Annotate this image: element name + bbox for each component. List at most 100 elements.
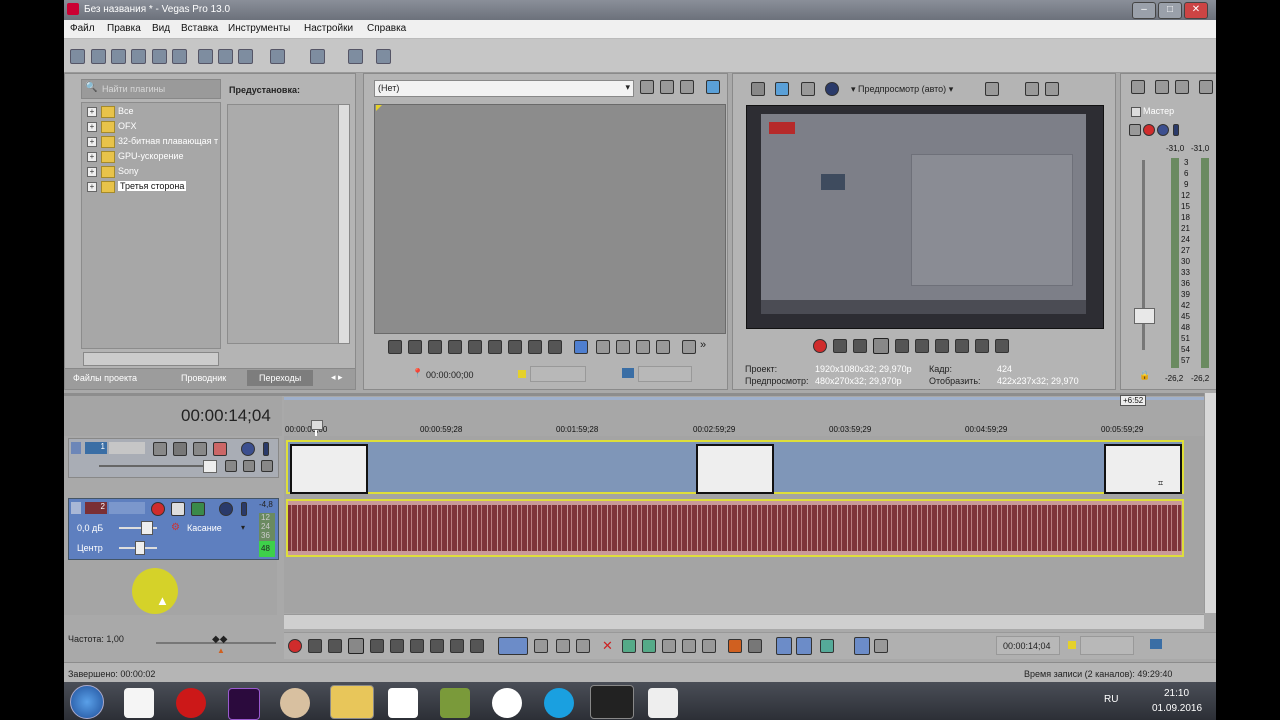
collapse-icon[interactable] xyxy=(71,442,81,454)
motion-icon[interactable] xyxy=(193,442,207,456)
trim-tool-icon[interactable] xyxy=(596,340,610,354)
expand-track-icon[interactable] xyxy=(261,460,273,472)
record-icon[interactable] xyxy=(813,339,827,353)
prev-frame-icon[interactable] xyxy=(975,339,989,353)
lock-envelopes-icon[interactable] xyxy=(854,637,870,655)
snapping-icon[interactable] xyxy=(776,637,792,655)
expand-icon[interactable]: + xyxy=(87,107,97,117)
minimize-button[interactable]: – xyxy=(1132,2,1156,19)
tree-item-ofx[interactable]: OFX xyxy=(118,121,137,131)
stop-icon[interactable] xyxy=(390,639,404,653)
pan-slider-thumb[interactable] xyxy=(135,541,145,555)
video-track-name[interactable] xyxy=(109,442,145,454)
trimmer-dropdown[interactable]: (Нет) ▾ xyxy=(374,80,634,97)
master-fx-icon[interactable] xyxy=(1131,80,1145,94)
mute-icon[interactable] xyxy=(219,502,233,516)
trimmer-options-icon[interactable] xyxy=(706,80,720,94)
ripple-edit-icon[interactable] xyxy=(820,639,834,653)
copy-snapshot-icon[interactable] xyxy=(1025,82,1039,96)
mute-icon[interactable] xyxy=(1157,124,1169,136)
overlays-icon[interactable] xyxy=(985,82,999,96)
close-button[interactable]: ✕ xyxy=(1184,2,1208,19)
more-icon[interactable]: » xyxy=(700,339,706,351)
premiere-icon[interactable] xyxy=(228,688,260,720)
timeline-vertical-scrollbar[interactable] xyxy=(1204,393,1216,613)
kaspersky-icon[interactable] xyxy=(388,688,418,718)
selection-start-field[interactable] xyxy=(1080,636,1134,655)
pause-icon[interactable] xyxy=(448,340,462,354)
copy-icon[interactable] xyxy=(218,49,233,64)
trimmer-out-field[interactable] xyxy=(638,366,692,382)
preview-fx-icon[interactable] xyxy=(801,82,815,96)
paint-icon[interactable] xyxy=(280,688,310,718)
tree-item-sony[interactable]: Sony xyxy=(118,166,139,176)
selection-tool-icon[interactable] xyxy=(556,639,570,653)
expand-icon[interactable]: + xyxy=(87,137,97,147)
loop-icon[interactable] xyxy=(308,639,322,653)
master-fader[interactable] xyxy=(1134,308,1155,324)
loop-region-icon[interactable] xyxy=(702,639,716,653)
menu-settings[interactable]: Настройки xyxy=(304,23,353,34)
yandex-icon[interactable] xyxy=(492,688,522,718)
play-from-start-icon[interactable] xyxy=(408,340,422,354)
video-clip[interactable]: ⌗ xyxy=(286,440,1184,494)
master-fx-icon[interactable] xyxy=(1129,124,1141,136)
stop-icon[interactable] xyxy=(468,340,482,354)
save-as-icon[interactable] xyxy=(131,49,146,64)
trim-end-icon[interactable] xyxy=(642,639,656,653)
trimmer-in-field[interactable] xyxy=(530,366,586,382)
timeline-horizontal-scrollbar[interactable] xyxy=(284,614,1204,629)
envelope-tool-icon[interactable] xyxy=(534,639,548,653)
menu-edit[interactable]: Правка xyxy=(107,23,141,34)
audio-track-name[interactable] xyxy=(109,502,145,514)
maximize-button[interactable]: □ xyxy=(1158,2,1182,19)
tab-transitions[interactable]: Переходы xyxy=(247,370,314,386)
go-end-icon[interactable] xyxy=(955,339,969,353)
split-screen-icon[interactable] xyxy=(825,82,839,96)
cut-icon[interactable] xyxy=(198,49,213,64)
clock-time[interactable]: 21:10 xyxy=(1164,688,1189,699)
explorer-icon[interactable] xyxy=(330,685,374,719)
out-point-icon[interactable] xyxy=(622,368,634,378)
prev-frame-icon[interactable] xyxy=(528,340,542,354)
track-motion-icon[interactable] xyxy=(225,460,237,472)
trim-start-icon[interactable] xyxy=(622,639,636,653)
master-tool-icon[interactable] xyxy=(1155,80,1169,94)
next-frame-icon[interactable] xyxy=(470,639,484,653)
go-start-icon[interactable] xyxy=(935,339,949,353)
split-icon[interactable] xyxy=(662,639,676,653)
undo-icon[interactable] xyxy=(270,49,285,64)
pause-icon[interactable] xyxy=(895,339,909,353)
video-settings-icon[interactable] xyxy=(213,442,227,456)
prev-frame-icon[interactable] xyxy=(450,639,464,653)
master-options-icon[interactable] xyxy=(1199,80,1213,94)
composite-icon[interactable] xyxy=(173,442,187,456)
trim-mode-icon[interactable] xyxy=(574,340,588,354)
solo-icon[interactable] xyxy=(263,442,269,456)
trim-tool-icon[interactable] xyxy=(616,340,630,354)
horizontal-scrollbar[interactable] xyxy=(83,352,219,366)
crop-icon[interactable]: ⌗ xyxy=(1158,478,1163,489)
skype-icon[interactable] xyxy=(544,688,574,718)
go-start-icon[interactable] xyxy=(488,340,502,354)
solo-icon[interactable] xyxy=(1173,124,1179,136)
properties-icon[interactable] xyxy=(172,49,187,64)
tree-item-gpu[interactable]: GPU-ускорение xyxy=(118,151,183,161)
clock-date[interactable]: 01.09.2016 xyxy=(1152,703,1202,714)
preview-properties-icon[interactable] xyxy=(751,82,765,96)
menu-view[interactable]: Вид xyxy=(152,23,170,34)
menu-insert[interactable]: Вставка xyxy=(181,23,218,34)
trimmer-view[interactable] xyxy=(374,104,726,334)
marker-icon[interactable] xyxy=(728,639,742,653)
lock-icon[interactable]: 🔒 xyxy=(1139,370,1150,381)
expand-icon[interactable]: + xyxy=(87,122,97,132)
play-icon[interactable] xyxy=(873,338,889,354)
transport-timecode-field[interactable]: 00:00:14;04 xyxy=(996,636,1060,655)
trim-tool-icon[interactable] xyxy=(656,340,670,354)
automation-gear-icon[interactable]: ⚙ xyxy=(171,522,180,533)
external-monitor-icon[interactable] xyxy=(775,82,789,96)
menu-help[interactable]: Справка xyxy=(367,23,406,34)
go-end-icon[interactable] xyxy=(508,340,522,354)
document-icon[interactable] xyxy=(648,688,678,718)
menu-file[interactable]: Файл xyxy=(70,23,95,34)
